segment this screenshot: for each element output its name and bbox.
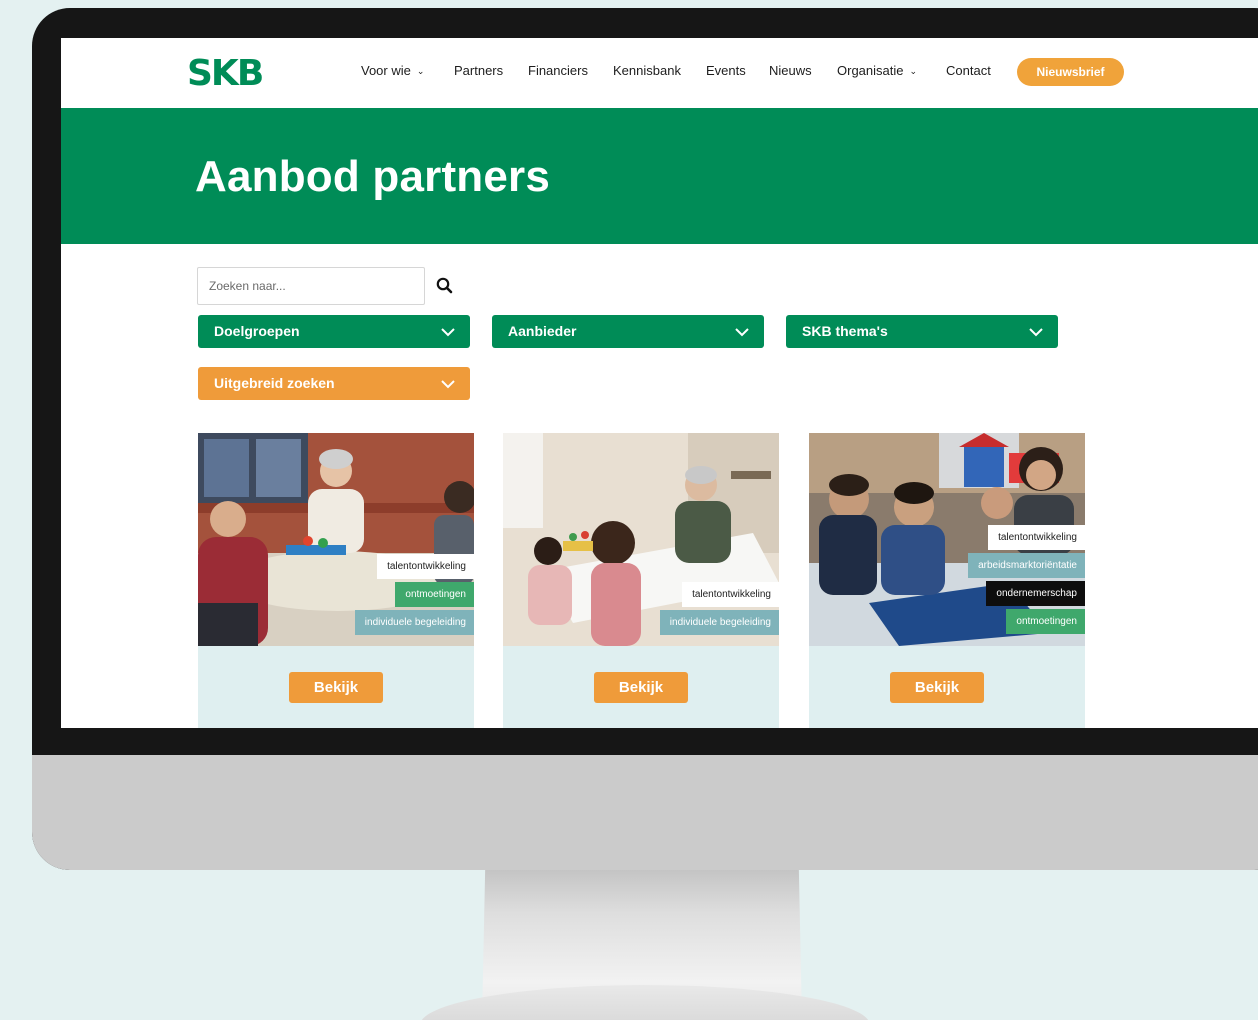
search-input[interactable] <box>197 267 425 305</box>
logo-text: SKB <box>187 53 262 92</box>
page-title: Aanbod partners <box>195 152 551 201</box>
tag-talentontwikkeling: talentontwikkeling <box>682 582 779 607</box>
tag-talentontwikkeling: talentontwikkeling <box>988 525 1085 550</box>
page-hero: Aanbod partners <box>61 108 1258 244</box>
nav-organisatie[interactable]: Organisatie ⌄ <box>837 63 917 78</box>
search-icon[interactable] <box>435 276 455 296</box>
nav-financiers[interactable]: Financiers <box>528 63 588 78</box>
filter-skb-themas-label: SKB thema's <box>802 323 888 339</box>
skb-logo[interactable]: SKB <box>187 52 273 94</box>
chevron-down-icon <box>1029 328 1043 337</box>
nav-nieuws[interactable]: Nieuws <box>769 63 812 78</box>
tag-ondernemerschap: ondernemerschap <box>986 581 1085 606</box>
monitor-chin <box>32 755 1258 870</box>
card-photo: talentontwikkeling individuele begeleidi… <box>503 433 779 646</box>
nav-contact[interactable]: Contact <box>946 63 991 78</box>
filter-doelgroepen-label: Doelgroepen <box>214 323 300 339</box>
nav-voor-wie[interactable]: Voor wie ⌄ <box>361 63 424 78</box>
nav-kennisbank[interactable]: Kennisbank <box>613 63 681 78</box>
filter-skb-themas[interactable]: SKB thema's <box>786 315 1058 348</box>
nav-organisatie-label: Organisatie <box>837 63 904 78</box>
browser-viewport: SKB Voor wie ⌄ Partners Financiers Kennis… <box>61 38 1258 728</box>
partner-card: talentontwikkeling arbeidsmarktoriëntati… <box>809 433 1085 728</box>
filter-uitgebreid-zoeken[interactable]: Uitgebreid zoeken <box>198 367 470 400</box>
card-photo: talentontwikkeling arbeidsmarktoriëntati… <box>809 433 1085 646</box>
tag-ontmoetingen: ontmoetingen <box>1006 609 1085 634</box>
site-header: SKB Voor wie ⌄ Partners Financiers Kennis… <box>61 38 1258 108</box>
chevron-down-icon <box>735 328 749 337</box>
tag-ontmoetingen: ontmoetingen <box>395 582 474 607</box>
tag-individuele-begeleiding: individuele begeleiding <box>659 610 779 635</box>
chevron-down-icon: ⌄ <box>909 66 918 76</box>
chevron-down-icon <box>441 328 455 337</box>
card-photo: talentontwikkeling ontmoetingen individu… <box>198 433 474 646</box>
nav-voor-wie-label: Voor wie <box>361 63 411 78</box>
filter-aanbieder-label: Aanbieder <box>508 323 577 339</box>
tag-arbeidsmarktorientatie: arbeidsmarktoriëntatie <box>968 553 1085 578</box>
partner-card: talentontwikkeling ontmoetingen individu… <box>198 433 474 728</box>
tag-talentontwikkeling: talentontwikkeling <box>377 554 474 579</box>
nav-partners[interactable]: Partners <box>454 63 503 78</box>
filter-doelgroepen[interactable]: Doelgroepen <box>198 315 470 348</box>
filter-aanbieder[interactable]: Aanbieder <box>492 315 764 348</box>
chevron-down-icon <box>441 380 455 389</box>
bekijk-button[interactable]: Bekijk <box>289 672 383 703</box>
chevron-down-icon: ⌄ <box>416 66 425 76</box>
tag-individuele-begeleiding: individuele begeleiding <box>354 610 474 635</box>
partner-card: talentontwikkeling individuele begeleidi… <box>503 433 779 728</box>
nav-events[interactable]: Events <box>706 63 746 78</box>
bekijk-button[interactable]: Bekijk <box>890 672 984 703</box>
newsletter-button[interactable]: Nieuwsbrief <box>1017 58 1124 86</box>
filter-uitgebreid-zoeken-label: Uitgebreid zoeken <box>214 375 335 391</box>
bekijk-button[interactable]: Bekijk <box>594 672 688 703</box>
